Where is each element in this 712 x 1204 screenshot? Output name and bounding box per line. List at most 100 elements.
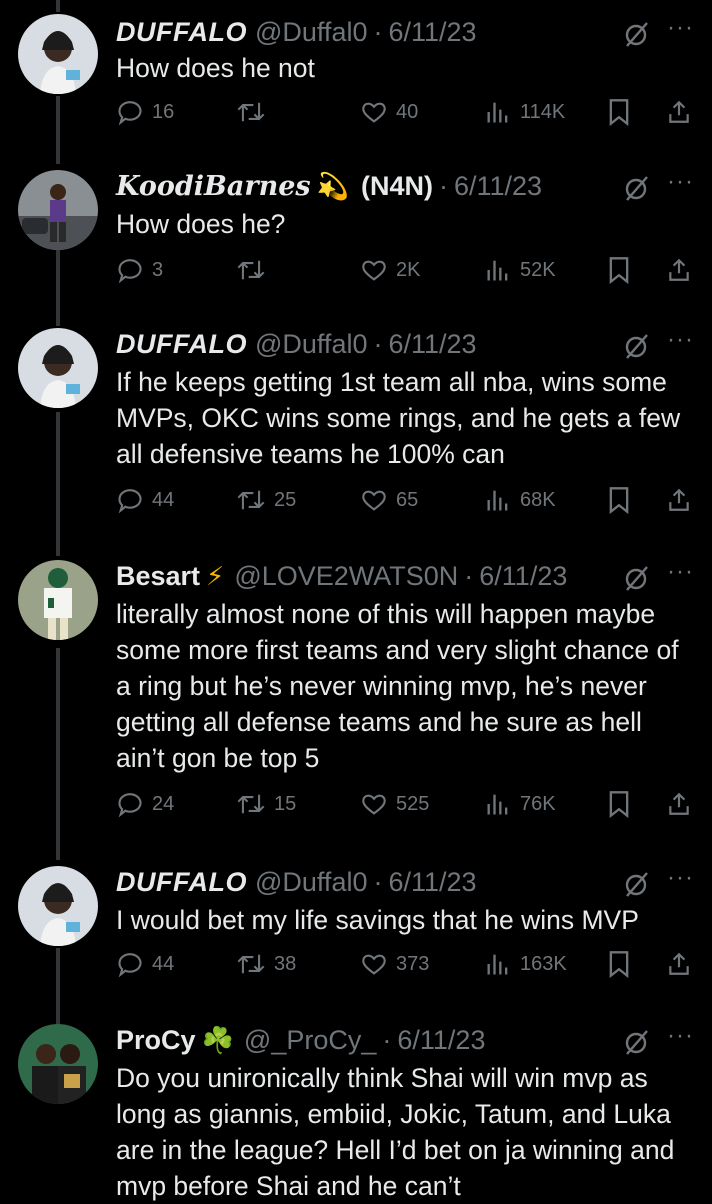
user-handle[interactable]: @Duffal0 bbox=[255, 329, 367, 360]
tweet-date[interactable]: 6/11/23 bbox=[388, 329, 476, 360]
like-icon bbox=[362, 794, 386, 815]
share-button[interactable] bbox=[666, 944, 700, 984]
user-handle[interactable]: @Duffal0 bbox=[255, 17, 367, 48]
bookmark-button[interactable] bbox=[606, 784, 640, 824]
share-button[interactable] bbox=[666, 92, 700, 132]
more-icon[interactable]: ··· bbox=[667, 168, 694, 196]
share-button[interactable] bbox=[666, 250, 700, 290]
separator-dot: · bbox=[373, 866, 383, 897]
avatar[interactable] bbox=[18, 328, 98, 408]
bookmark-icon bbox=[609, 487, 629, 514]
reply-button[interactable]: 44 bbox=[116, 480, 174, 520]
avatar[interactable] bbox=[18, 170, 98, 250]
avatar[interactable] bbox=[18, 866, 98, 946]
avatar[interactable] bbox=[18, 560, 98, 640]
reply-count: 3 bbox=[152, 258, 164, 281]
grok-icon[interactable] bbox=[622, 332, 650, 360]
tweet[interactable]: KoodiBarnes 💫 (N4N) · 6/11/23 ··· How do… bbox=[0, 164, 712, 314]
bookmark-icon bbox=[609, 951, 629, 978]
bookmark-button[interactable] bbox=[606, 944, 640, 984]
retweet-button[interactable] bbox=[236, 250, 274, 290]
retweet-icon bbox=[237, 490, 265, 510]
grok-icon[interactable] bbox=[622, 564, 650, 592]
user-handle[interactable]: (N4N) bbox=[361, 171, 433, 202]
tweet-date[interactable]: 6/11/23 bbox=[397, 1025, 485, 1056]
reply-icon bbox=[118, 259, 142, 284]
like-button[interactable]: 525 bbox=[360, 784, 429, 824]
tweet-date[interactable]: 6/11/23 bbox=[454, 171, 542, 202]
grok-icon[interactable] bbox=[622, 20, 650, 48]
bookmark-button[interactable] bbox=[606, 250, 640, 290]
retweet-button[interactable]: 15 bbox=[236, 784, 296, 824]
display-name[interactable]: DUFFALO bbox=[116, 17, 247, 48]
like-count: 525 bbox=[396, 792, 430, 815]
reply-button[interactable]: 3 bbox=[116, 250, 163, 290]
grok-icon[interactable] bbox=[622, 870, 650, 898]
views-button[interactable]: 52K bbox=[484, 250, 556, 290]
more-icon[interactable]: ··· bbox=[667, 326, 694, 354]
user-handle[interactable]: @_ProCy_ bbox=[244, 1025, 376, 1056]
bookmark-icon bbox=[609, 99, 629, 126]
share-button[interactable] bbox=[666, 480, 700, 520]
more-icon[interactable]: ··· bbox=[667, 558, 694, 586]
reply-icon bbox=[118, 953, 142, 978]
bookmark-button[interactable] bbox=[606, 480, 640, 520]
share-button[interactable] bbox=[666, 784, 700, 824]
bookmark-button[interactable] bbox=[606, 92, 640, 132]
like-button[interactable]: 65 bbox=[360, 480, 418, 520]
display-name[interactable]: DUFFALO bbox=[116, 867, 247, 898]
views-count: 114K bbox=[520, 100, 566, 123]
separator-dot: · bbox=[464, 560, 474, 591]
views-button[interactable]: 76K bbox=[484, 784, 556, 824]
avatar[interactable] bbox=[18, 1024, 98, 1104]
tweet-date[interactable]: 6/11/23 bbox=[388, 867, 476, 898]
grok-icon[interactable] bbox=[622, 174, 650, 202]
display-name[interactable]: Besart bbox=[116, 561, 200, 592]
retweet-button[interactable] bbox=[236, 92, 274, 132]
tweet[interactable]: ProCy ☘️ @_ProCy_ · 6/11/23 ··· Do you u… bbox=[0, 1018, 712, 1201]
more-icon[interactable]: ··· bbox=[667, 864, 694, 892]
tweet-header: DUFFALO @Duffal0 · 6/11/23 bbox=[116, 860, 622, 904]
like-count: 2K bbox=[396, 258, 421, 281]
views-button[interactable]: 114K bbox=[484, 92, 565, 132]
retweet-icon bbox=[237, 794, 265, 814]
more-icon[interactable]: ··· bbox=[667, 14, 694, 42]
retweet-button[interactable]: 38 bbox=[236, 944, 296, 984]
reply-button[interactable]: 16 bbox=[116, 92, 174, 132]
tweet-date[interactable]: 6/11/23 bbox=[388, 17, 476, 48]
more-icon[interactable]: ··· bbox=[667, 1022, 694, 1050]
views-button[interactable]: 68K bbox=[484, 480, 556, 520]
user-handle[interactable]: @LOVE2WATS0N bbox=[234, 561, 458, 592]
tweet-header: ProCy ☘️ @_ProCy_ · 6/11/23 bbox=[116, 1018, 622, 1062]
like-button[interactable]: 2K bbox=[360, 250, 420, 290]
views-icon bbox=[487, 794, 508, 815]
tweet-date[interactable]: 6/11/23 bbox=[479, 561, 567, 592]
retweet-icon bbox=[237, 260, 265, 280]
views-button[interactable]: 163K bbox=[484, 944, 567, 984]
separator-dot: · bbox=[382, 1024, 392, 1055]
tweet[interactable]: DUFFALO @Duffal0 · 6/11/23 ··· How does … bbox=[0, 10, 712, 150]
tweet[interactable]: Besart ⚡ @LOVE2WATS0N · 6/11/23 ··· lite… bbox=[0, 554, 712, 844]
like-button[interactable]: 373 bbox=[360, 944, 429, 984]
display-name[interactable]: DUFFALO bbox=[116, 329, 247, 360]
reply-button[interactable]: 24 bbox=[116, 784, 174, 824]
user-handle[interactable]: @Duffal0 bbox=[255, 867, 367, 898]
tweet-text: If he keeps getting 1st team all nba, wi… bbox=[116, 367, 681, 469]
tweet-text: How does he? bbox=[116, 209, 286, 239]
retweet-count: 15 bbox=[274, 792, 297, 815]
display-name[interactable]: KoodiBarnes bbox=[116, 171, 311, 202]
tweet[interactable]: DUFFALO @Duffal0 · 6/11/23 ··· If he kee… bbox=[0, 322, 712, 532]
avatar[interactable] bbox=[18, 14, 98, 94]
like-icon bbox=[362, 954, 386, 975]
views-count: 52K bbox=[520, 258, 556, 281]
tweet[interactable]: DUFFALO @Duffal0 · 6/11/23 ··· I would b… bbox=[0, 860, 712, 1000]
display-name[interactable]: ProCy bbox=[116, 1025, 196, 1056]
retweet-button[interactable]: 25 bbox=[236, 480, 296, 520]
like-button[interactable]: 40 bbox=[360, 92, 418, 132]
grok-icon[interactable] bbox=[622, 1028, 650, 1056]
reply-button[interactable]: 44 bbox=[116, 944, 174, 984]
retweet-count: 25 bbox=[274, 488, 297, 511]
tweet-text: I would bet my life savings that he wins… bbox=[116, 905, 639, 935]
name-emoji: ☘️ bbox=[201, 1024, 234, 1055]
reply-icon bbox=[118, 793, 142, 818]
